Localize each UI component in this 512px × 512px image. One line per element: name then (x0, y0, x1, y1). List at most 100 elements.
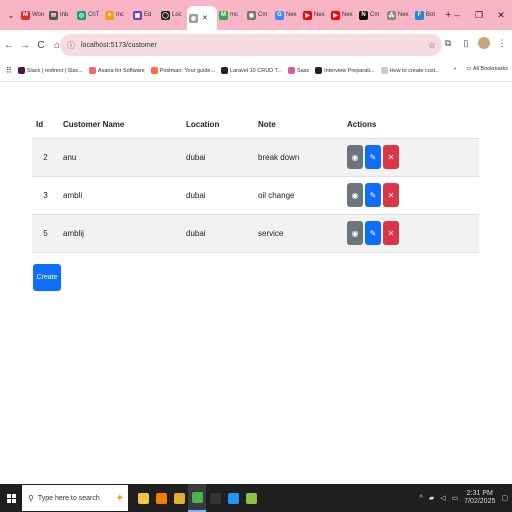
maximize-button[interactable]: ❐ (468, 10, 490, 21)
cell-customer-name: anu (59, 138, 182, 177)
sidepanel-icon[interactable]: ▯ (460, 38, 472, 49)
reload-button[interactable]: C (34, 40, 48, 51)
tab-4[interactable]: ▣ Ed (131, 4, 159, 26)
network-icon[interactable]: ▰ (429, 494, 434, 502)
tab-icon: ▣ (133, 10, 142, 20)
close-icon: ✕ (387, 228, 395, 238)
delete-button[interactable]: ✕ (383, 183, 399, 207)
header-id: Id (32, 112, 59, 139)
browser-toolbar: ← → C ⌂ ⓘ localhost:5173/customer ☆ ⧉ ▯ … (0, 30, 512, 60)
notifications-icon[interactable]: ▢ (501, 494, 508, 502)
cell-location: dubai (182, 214, 254, 253)
tray-chevron-icon[interactable]: ^ (420, 495, 423, 502)
app-icon (245, 492, 257, 504)
url-text[interactable]: localhost:5173/customer (81, 42, 157, 49)
header-note: Note (254, 112, 343, 139)
incognito-icon: ● (105, 10, 114, 20)
bookmark-item[interactable]: Sass (287, 67, 309, 74)
bookmark-favicon-icon (315, 67, 323, 74)
more-bookmarks-button[interactable]: » (453, 66, 456, 72)
tab-label: Inb (60, 12, 69, 18)
search-icon: ⚲ (28, 493, 34, 503)
tab-label: Cm (370, 12, 380, 18)
all-bookmarks-button[interactable]: ▭ All Bookmarks (466, 66, 508, 72)
bookmark-item[interactable]: Asana for Software (88, 67, 145, 74)
bookmark-item[interactable]: Postman: Your guide... (150, 67, 216, 74)
chrome-icon: ◉ (247, 10, 256, 20)
tab-right-4[interactable]: ▶ Nex (329, 4, 357, 26)
taskbar-app[interactable] (206, 484, 224, 512)
back-button[interactable]: ← (2, 40, 16, 51)
view-button[interactable]: ◉ (347, 145, 363, 169)
edit-button[interactable]: ✎ (365, 183, 381, 207)
bookmark-item[interactable]: Slack | redirect | Slac... (17, 67, 83, 74)
tab-active[interactable]: ◉ ✕ (187, 6, 217, 30)
table-row: 2 anu dubai break down ◉ ✎ ✕ (32, 138, 479, 177)
close-window-button[interactable]: ✕ (490, 10, 512, 21)
tab-3[interactable]: ● Inc (103, 4, 131, 26)
bookmark-item[interactable]: Interview Preparati... (315, 67, 375, 74)
taskbar-app[interactable] (242, 484, 260, 512)
header-customer-name: Customer Name (59, 112, 182, 139)
tab-right-3[interactable]: ▶ Nex (301, 4, 329, 26)
tab-1[interactable]: ✉ Inb (47, 4, 75, 26)
profile-avatar[interactable] (478, 37, 490, 49)
bookmark-star-icon[interactable]: ☆ (428, 40, 436, 51)
bookmark-favicon-icon (221, 67, 229, 74)
eye-icon: ◉ (351, 152, 359, 162)
cell-customer-name: amblij (59, 214, 182, 253)
volume-icon[interactable]: ◁ (440, 494, 445, 502)
cell-actions: ◉ ✎ ✕ (343, 214, 479, 253)
bookmark-favicon-icon (380, 67, 388, 74)
table-header-row: Id Customer Name Location Note Actions (32, 112, 479, 139)
taskbar-app[interactable] (224, 484, 242, 512)
create-button[interactable]: Create (33, 264, 61, 291)
delete-button[interactable]: ✕ (383, 145, 399, 169)
clock[interactable]: 2:31 PM 7/02/2025 (464, 490, 495, 506)
start-button[interactable] (0, 484, 22, 512)
minimize-button[interactable]: – (446, 10, 468, 20)
view-button[interactable]: ◉ (347, 221, 363, 245)
site-info-icon[interactable]: ⓘ (65, 39, 77, 51)
chrome-icon: ◉ (189, 13, 198, 23)
taskbar-app[interactable] (152, 484, 170, 512)
tab-label: Won (32, 12, 45, 18)
cell-actions: ◉ ✎ ✕ (343, 176, 479, 215)
edit-button[interactable]: ✎ (365, 145, 381, 169)
cell-location: dubai (182, 176, 254, 215)
forward-button[interactable]: → (18, 40, 32, 51)
tab-right-1[interactable]: ◉ Cm (245, 4, 273, 26)
taskbar-search[interactable]: ⚲ Type here to search ✦ (22, 485, 128, 511)
tab-search-button[interactable]: ⌄ (3, 7, 19, 23)
store-icon (155, 492, 167, 504)
taskbar-app[interactable] (134, 484, 152, 512)
bookmark-label: Postman: Your guide... (159, 67, 216, 74)
delete-button[interactable]: ✕ (383, 221, 399, 245)
table-row: 5 amblij dubai service ◉ ✎ ✕ (32, 214, 479, 253)
chrome-icon (191, 491, 203, 503)
tab-right-0[interactable]: Mmc (217, 4, 245, 26)
tab-right-2[interactable]: G Nex (273, 4, 301, 26)
tab-0[interactable]: M Won (19, 4, 47, 26)
edit-button[interactable]: ✎ (365, 221, 381, 245)
menu-icon[interactable]: ⋮ (496, 38, 508, 49)
address-bar[interactable]: ⓘ localhost:5173/customer ☆ (60, 34, 442, 56)
tab-5[interactable]: ◯ Loc (159, 4, 187, 26)
battery-icon[interactable]: ▭ (452, 494, 459, 502)
tab-2[interactable]: ◎ ChT (75, 4, 103, 26)
taskbar-app[interactable] (188, 484, 206, 512)
view-button[interactable]: ◉ (347, 183, 363, 207)
tab-right-5[interactable]: N Cm (357, 4, 385, 26)
close-icon[interactable]: ✕ (202, 14, 208, 22)
bookmark-item[interactable]: How to create cust... (380, 67, 440, 74)
taskbar-app[interactable] (170, 484, 188, 512)
gmail-icon: M (219, 10, 228, 20)
header-actions: Actions (343, 112, 479, 139)
eye-icon: ◉ (351, 190, 359, 200)
bookmark-item[interactable]: Laravel 10 CRUD T... (221, 67, 282, 74)
extensions-icon[interactable]: ⧉ (442, 38, 454, 49)
cell-note: oil change (254, 176, 343, 215)
tab-right-6[interactable]: ⁂ Nex (385, 4, 413, 26)
tab-label: Inc (116, 12, 125, 18)
tab-right-7[interactable]: F Bot (413, 4, 441, 26)
